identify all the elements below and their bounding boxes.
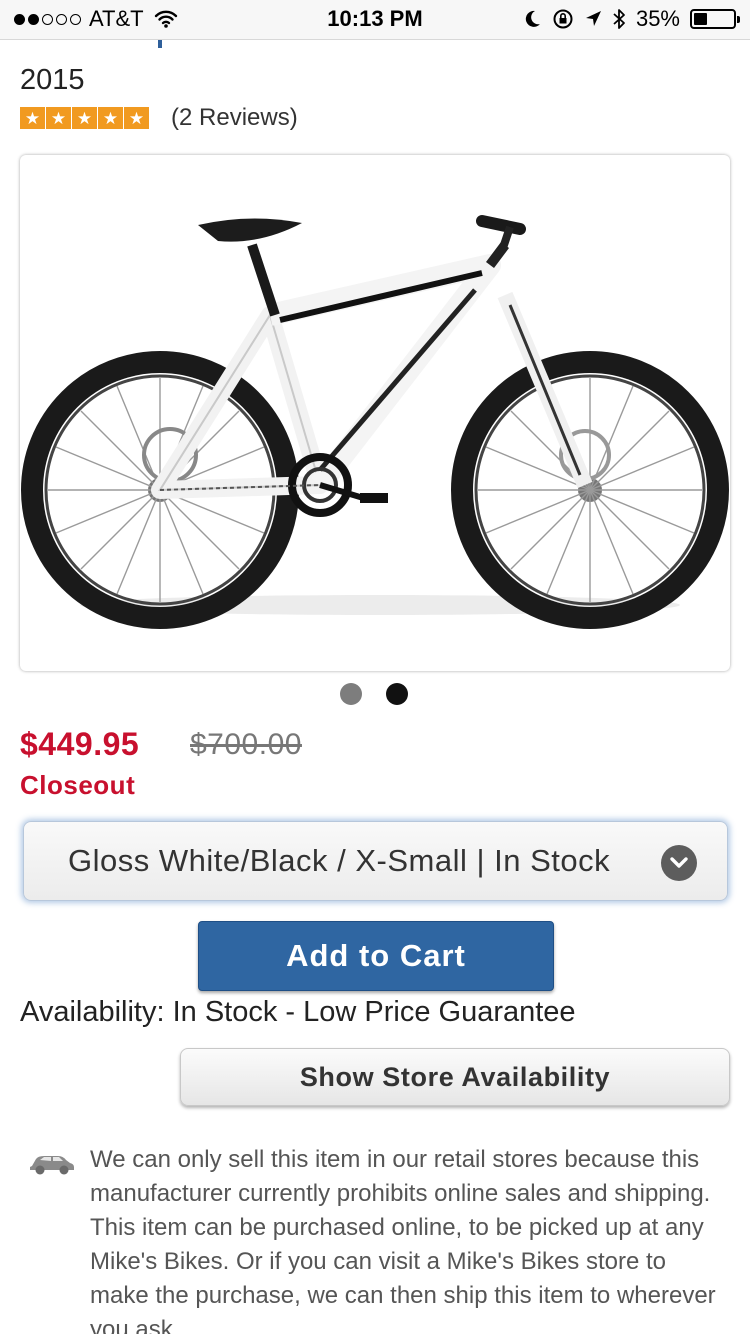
rotation-lock-icon xyxy=(553,9,573,29)
moon-icon xyxy=(525,10,540,27)
header-underline-fragment xyxy=(158,40,162,48)
front-wheel xyxy=(451,351,729,629)
add-to-cart-button[interactable]: Add to Cart xyxy=(198,921,554,991)
sale-price: $449.95 xyxy=(20,726,140,762)
star-icon: ★ xyxy=(20,107,45,129)
closeout-badge: Closeout xyxy=(20,770,136,800)
product-image-carousel[interactable] xyxy=(20,155,730,671)
location-arrow-icon xyxy=(585,11,601,26)
status-right: 35% xyxy=(524,6,740,32)
pager-dot[interactable] xyxy=(340,683,362,705)
show-store-availability-button[interactable]: Show Store Availability xyxy=(180,1048,730,1106)
chevron-down-icon xyxy=(661,845,697,881)
pager-dot[interactable] xyxy=(386,683,408,705)
rating-stars: ★ ★ ★ ★ ★ xyxy=(20,107,149,129)
original-price: $700.00 xyxy=(190,728,302,761)
bike-image xyxy=(21,215,729,629)
status-left: AT&T xyxy=(14,6,178,32)
battery-icon xyxy=(690,9,740,29)
signal-strength-icon xyxy=(14,13,81,25)
image-pager[interactable] xyxy=(340,683,408,705)
battery-percent: 35% xyxy=(635,6,680,31)
signal-dot xyxy=(14,13,25,25)
product-title: 2015 xyxy=(20,64,85,96)
bike-frame xyxy=(151,215,593,517)
star-icon: ★ xyxy=(124,107,149,129)
signal-dot xyxy=(28,13,39,25)
availability-text: Availability: In Stock - Low Price Guara… xyxy=(20,996,576,1028)
wifi-icon xyxy=(154,10,177,28)
star-icon: ★ xyxy=(98,107,123,129)
bluetooth-icon xyxy=(613,9,625,29)
product-rating[interactable]: ★ ★ ★ ★ ★ (2 Reviews) xyxy=(20,104,298,132)
status-bar: AT&T 10:13 PM 35% xyxy=(0,0,750,40)
variant-select[interactable]: Gloss White/Black / X-Small | In Stock xyxy=(23,821,728,901)
star-icon: ★ xyxy=(72,107,97,129)
carrier-label: AT&T xyxy=(89,6,144,31)
reviews-link[interactable]: (2 Reviews) xyxy=(171,104,298,132)
battery-fill xyxy=(694,13,708,25)
retail-only-notice: We can only sell this item in our retail… xyxy=(90,1146,716,1334)
variant-select-value: Gloss White/Black / X-Small | In Stock xyxy=(68,843,611,878)
signal-dot xyxy=(56,13,67,25)
signal-dot xyxy=(70,13,81,25)
car-icon xyxy=(30,1156,74,1175)
signal-dot xyxy=(42,13,53,25)
star-icon: ★ xyxy=(46,107,71,129)
